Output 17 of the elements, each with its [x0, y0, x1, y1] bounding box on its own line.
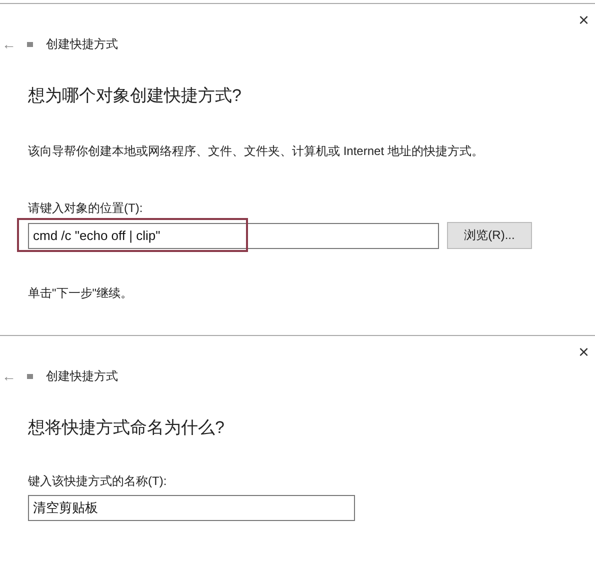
- field-label: 键入该快捷方式的名称(T):: [28, 473, 168, 490]
- shortcut-icon: [26, 372, 34, 380]
- back-button[interactable]: ←: [0, 368, 18, 384]
- wizard-description: 该向导帮你创建本地或网络程序、文件、文件夹、计算机或 Internet 地址的快捷方式。: [28, 143, 484, 160]
- window-title: 创建快捷方式: [46, 36, 118, 52]
- name-field[interactable]: 清空剪贴板: [28, 495, 355, 521]
- window-title: 创建快捷方式: [46, 368, 118, 384]
- back-button[interactable]: ←: [0, 36, 18, 52]
- close-button[interactable]: ×: [576, 10, 591, 30]
- wizard-hint: 单击"下一步"继续。: [28, 285, 134, 302]
- shortcut-icon: [26, 40, 34, 48]
- wizard-heading: 想将快捷方式命名为什么?: [28, 417, 226, 439]
- wizard-heading: 想为哪个对象创建快捷方式?: [28, 85, 242, 107]
- field-label: 请键入对象的位置(T):: [28, 200, 144, 217]
- location-field[interactable]: cmd /c "echo off | clip": [28, 222, 439, 248]
- browse-button[interactable]: 浏览(R)...: [447, 222, 532, 249]
- close-button[interactable]: ×: [576, 342, 591, 362]
